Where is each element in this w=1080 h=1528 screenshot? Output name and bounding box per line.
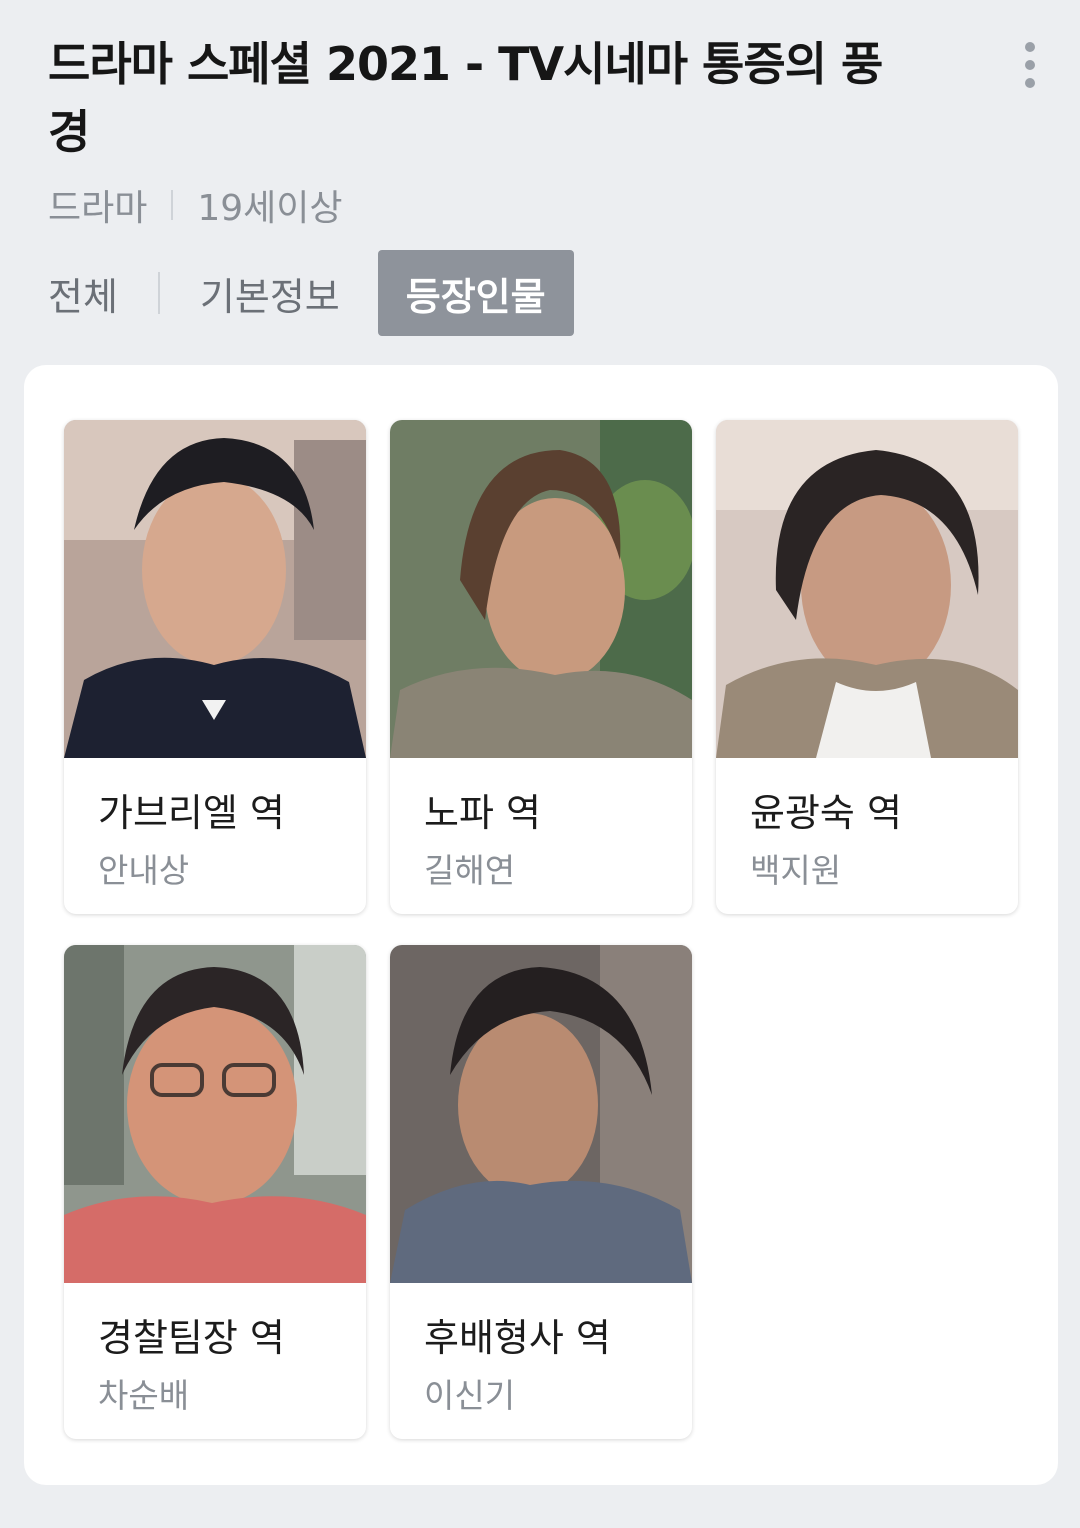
meta-divider	[171, 190, 174, 220]
cast-card[interactable]: 가브리엘 역 안내상	[64, 420, 366, 914]
cast-role: 노파 역	[424, 791, 541, 835]
cast-photo	[64, 945, 366, 1283]
tab-divider	[157, 272, 160, 314]
cast-card[interactable]: 후배형사 역 이신기	[390, 945, 692, 1439]
cast-panel: 가브리엘 역 안내상 노파 역 길해연 윤광숙 역 백지원 경찰팀장 역 차순배…	[24, 365, 1058, 1485]
genre-label: 드라마	[48, 188, 148, 229]
cast-role: 후배형사 역	[424, 1316, 611, 1360]
cast-photo	[390, 945, 692, 1283]
cast-card[interactable]: 노파 역 길해연	[390, 420, 692, 914]
age-rating-label: 19세이상	[197, 188, 343, 229]
tab-all[interactable]: 전체	[48, 250, 118, 336]
cast-actor: 길해연	[424, 851, 516, 890]
page-title: 드라마 스페셜 2021 - TV시네마 통증의 풍경	[48, 37, 883, 159]
tab-characters[interactable]: 등장인물	[377, 250, 574, 336]
cast-photo	[716, 420, 1018, 758]
cast-card[interactable]: 윤광숙 역 백지원	[716, 420, 1018, 914]
cast-actor: 이신기	[424, 1376, 516, 1415]
cast-role: 가브리엘 역	[98, 791, 285, 835]
more-options-button[interactable]	[1010, 38, 1050, 92]
cast-role: 경찰팀장 역	[98, 1316, 285, 1360]
cast-photo	[64, 420, 366, 758]
cast-actor: 차순배	[98, 1376, 190, 1415]
cast-photo	[390, 420, 692, 758]
cast-card[interactable]: 경찰팀장 역 차순배	[64, 945, 366, 1439]
cast-actor: 백지원	[750, 851, 842, 890]
cast-role: 윤광숙 역	[750, 791, 902, 835]
tab-basic-info[interactable]: 기본정보	[200, 250, 340, 336]
more-vertical-icon	[1025, 42, 1035, 52]
cast-actor: 안내상	[98, 851, 190, 890]
meta-info: 드라마 19세이상	[48, 180, 343, 230]
tab-bar: 전체 기본정보 등장인물	[48, 250, 574, 336]
